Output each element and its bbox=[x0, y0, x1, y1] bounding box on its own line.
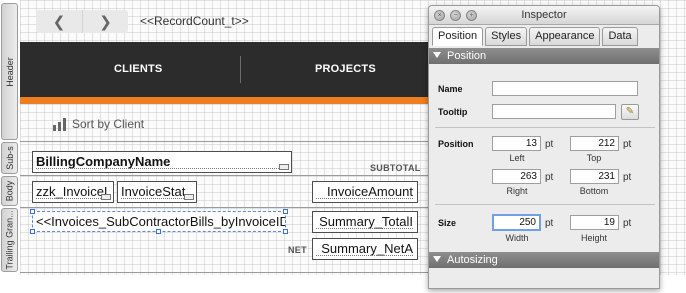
part-tab-subsummary-label: Sub-s bbox=[4, 146, 15, 170]
invoice-status-field[interactable]: InvoiceStat bbox=[117, 181, 197, 203]
selection-handle[interactable] bbox=[156, 229, 161, 234]
position-section-header[interactable]: Position bbox=[429, 48, 659, 64]
part-tab-header[interactable]: Header bbox=[1, 3, 18, 140]
part-tab-body-label: Body bbox=[4, 180, 15, 202]
sort-by-client-button[interactable]: Sort by Client bbox=[53, 117, 144, 131]
height-input[interactable] bbox=[570, 215, 619, 230]
inspector-window: × − + Inspector Position Styles Appearan… bbox=[428, 5, 660, 289]
disclosure-triangle-icon bbox=[433, 256, 441, 262]
part-labels: Header Sub-s Body Trailing Gran... bbox=[0, 0, 20, 275]
separator bbox=[435, 127, 655, 128]
menu-projects[interactable]: PROJECTS bbox=[315, 63, 376, 75]
width-input[interactable] bbox=[492, 214, 541, 231]
field-control-icon bbox=[184, 194, 194, 200]
net-label: NET bbox=[288, 245, 307, 255]
tab-data[interactable]: Data bbox=[602, 27, 638, 46]
summary-total-text: Summary_TotalI bbox=[319, 214, 413, 229]
selection-handle[interactable] bbox=[30, 209, 35, 214]
billing-company-text: BillingCompanyName bbox=[36, 154, 171, 169]
billing-company-field[interactable]: BillingCompanyName bbox=[32, 151, 292, 173]
size-label: Size bbox=[438, 218, 457, 228]
part-tab-trailing-grand-label: Trailing Gran... bbox=[4, 210, 15, 270]
selection-handle[interactable] bbox=[283, 229, 288, 234]
record-nav-buttons: ❮ ❯ bbox=[36, 10, 128, 33]
bar-chart-icon bbox=[53, 117, 66, 131]
tooltip-label: Tooltip bbox=[438, 107, 468, 117]
tooltip-input[interactable] bbox=[492, 104, 616, 119]
part-boundary-body[interactable] bbox=[20, 207, 430, 208]
invoice-amount-field[interactable]: InvoiceAmount bbox=[312, 181, 418, 203]
tab-position[interactable]: Position bbox=[432, 27, 484, 46]
tab-appearance[interactable]: Appearance bbox=[529, 27, 601, 46]
pencil-icon: ✎ bbox=[625, 106, 635, 117]
inspector-title: Inspector bbox=[521, 9, 567, 21]
disclosure-triangle-icon bbox=[433, 52, 441, 58]
name-input[interactable] bbox=[492, 81, 638, 96]
back-button[interactable]: ❮ bbox=[36, 10, 82, 33]
top-unit: pt bbox=[623, 139, 632, 150]
part-boundary-trailing-grand[interactable] bbox=[20, 272, 430, 273]
sort-label: Sort by Client bbox=[72, 117, 145, 131]
invoice-id-text: zzk_InvoiceI bbox=[36, 184, 108, 199]
separator bbox=[435, 204, 655, 205]
forward-button[interactable]: ❯ bbox=[82, 10, 128, 33]
field-control-icon bbox=[101, 194, 111, 200]
invoice-id-field[interactable]: zzk_InvoiceI bbox=[32, 181, 114, 203]
inspector-titlebar[interactable]: × − + Inspector bbox=[429, 6, 659, 25]
summary-net-field[interactable]: Summary_NetA bbox=[312, 238, 418, 260]
part-tab-body[interactable]: Body bbox=[1, 176, 18, 206]
inspector-tabs: Position Styles Appearance Data bbox=[432, 27, 638, 46]
width-caption: Width bbox=[505, 233, 529, 243]
position-label: Position bbox=[438, 139, 474, 149]
height-caption: Height bbox=[580, 233, 607, 243]
summary-total-field[interactable]: Summary_TotalI bbox=[312, 211, 418, 233]
field-control-icon bbox=[279, 164, 289, 170]
part-tab-trailing-grand[interactable]: Trailing Gran... bbox=[1, 208, 18, 272]
left-input[interactable] bbox=[492, 136, 541, 151]
top-input[interactable] bbox=[570, 136, 619, 151]
selection-handle[interactable] bbox=[283, 209, 288, 214]
width-unit: pt bbox=[545, 218, 554, 229]
invoice-status-text: InvoiceStat bbox=[121, 184, 186, 199]
right-caption: Right bbox=[506, 186, 528, 196]
record-count-merge-field[interactable]: <<RecordCount_t>> bbox=[140, 14, 249, 28]
left-caption: Left bbox=[509, 153, 525, 163]
accent-bar bbox=[20, 97, 430, 104]
summary-net-text: Summary_NetA bbox=[321, 241, 413, 256]
menu-clients[interactable]: CLIENTS bbox=[114, 63, 162, 75]
menu-divider bbox=[240, 56, 241, 83]
chevron-left-icon: ❮ bbox=[52, 13, 66, 31]
name-label: Name bbox=[438, 84, 463, 94]
portal-merge-text: <<Invoices_SubContractorBills_byInvoiceI… bbox=[36, 214, 286, 229]
tab-styles[interactable]: Styles bbox=[485, 27, 528, 46]
autosizing-section-header[interactable]: Autosizing bbox=[429, 252, 659, 268]
tooltip-edit-button[interactable]: ✎ bbox=[621, 104, 639, 120]
part-boundary-subsummary[interactable] bbox=[20, 175, 430, 176]
invoice-amount-text: InvoiceAmount bbox=[327, 184, 413, 199]
height-unit: pt bbox=[623, 218, 632, 229]
right-input[interactable] bbox=[492, 169, 541, 184]
chevron-right-icon: ❯ bbox=[99, 13, 112, 31]
bottom-unit: pt bbox=[623, 172, 632, 183]
top-caption: Top bbox=[586, 153, 602, 163]
part-tab-header-label: Header bbox=[4, 56, 15, 87]
bottom-input[interactable] bbox=[570, 169, 619, 184]
left-unit: pt bbox=[545, 139, 554, 150]
autosizing-section-title: Autosizing bbox=[447, 254, 498, 266]
selection-handle[interactable] bbox=[30, 229, 35, 234]
position-section-title: Position bbox=[447, 50, 487, 62]
part-tab-subsummary[interactable]: Sub-s bbox=[1, 142, 18, 174]
right-unit: pt bbox=[545, 172, 554, 183]
bottom-caption: Bottom bbox=[579, 186, 609, 196]
subtotal-label: SUBTOTAL bbox=[370, 163, 421, 173]
part-boundary-header[interactable] bbox=[20, 141, 430, 142]
